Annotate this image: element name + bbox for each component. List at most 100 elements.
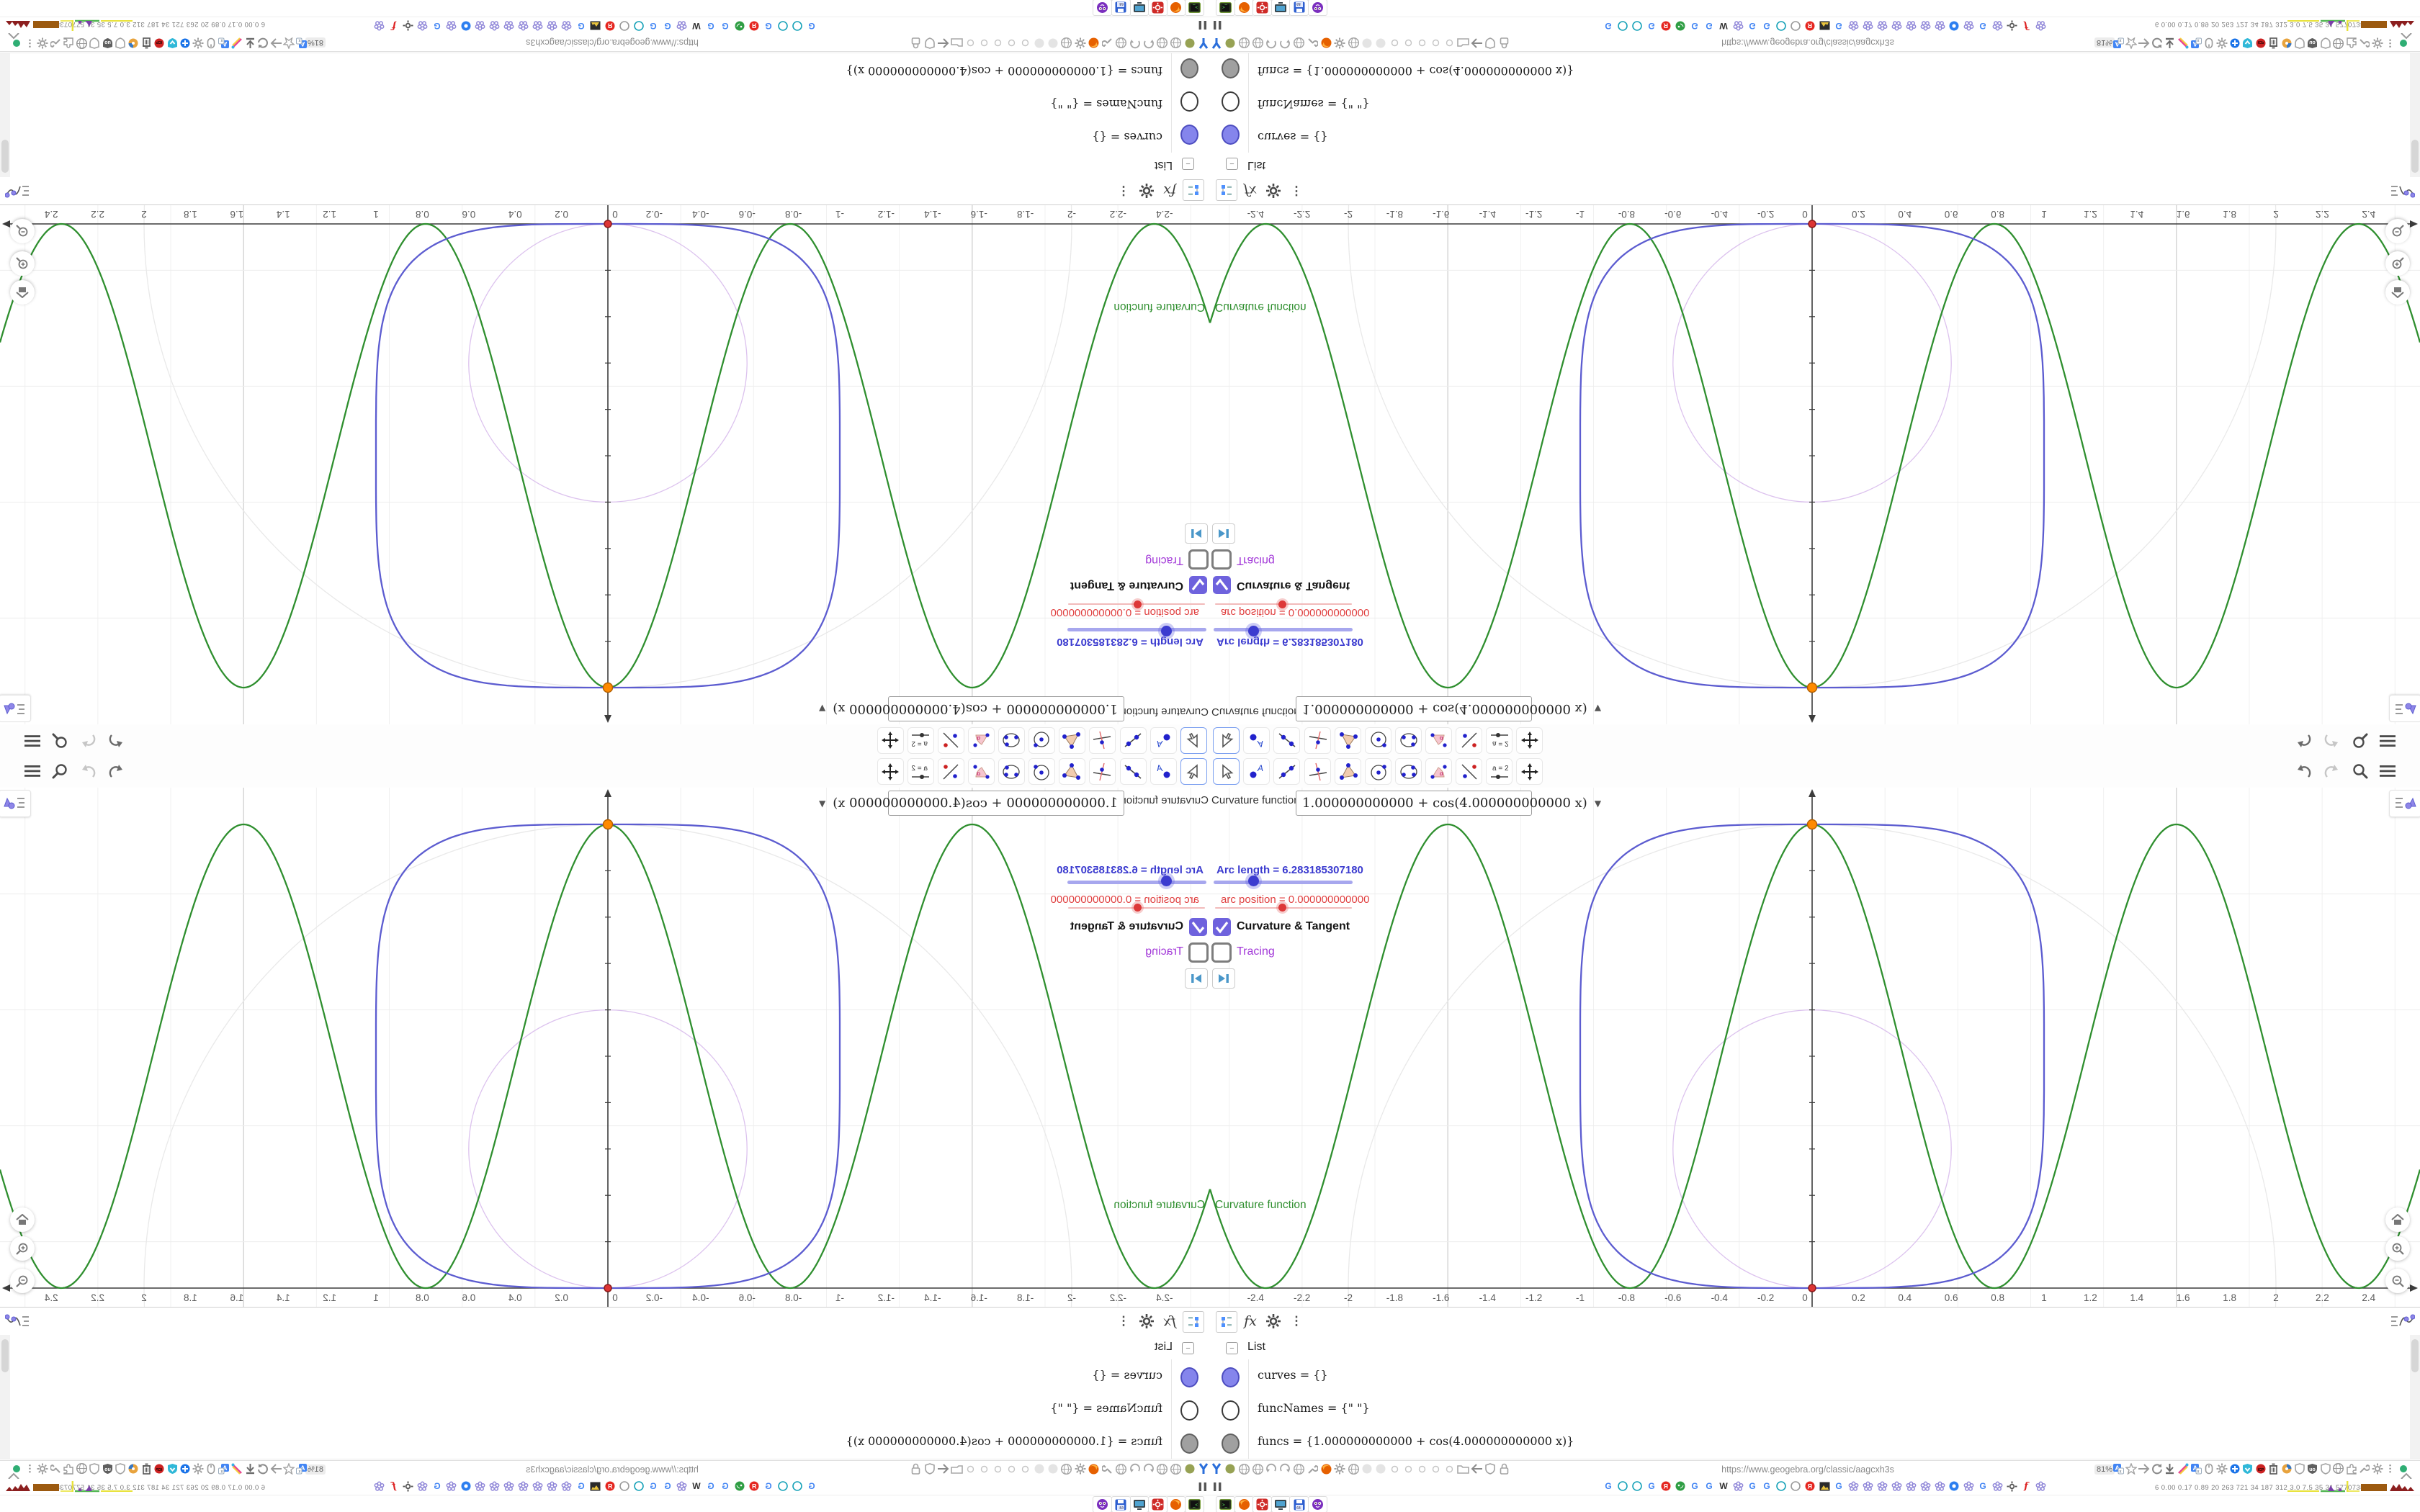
G-icon[interactable]: G bbox=[705, 20, 717, 32]
flower-icon[interactable] bbox=[446, 1480, 457, 1492]
yandex-icon[interactable]: Я bbox=[1804, 20, 1816, 32]
flower-icon[interactable] bbox=[1862, 20, 1873, 32]
point-tool-button[interactable]: A bbox=[1243, 758, 1270, 785]
flower-icon[interactable] bbox=[2035, 1480, 2046, 1492]
floppy64-app-launcher-button[interactable]: 64 bbox=[1289, 0, 1309, 16]
pen-icon[interactable] bbox=[231, 1462, 243, 1475]
circle-tool-button[interactable] bbox=[1365, 758, 1392, 785]
flower-icon[interactable] bbox=[503, 1480, 515, 1492]
move-tool-button[interactable] bbox=[1180, 727, 1207, 754]
undo-icon[interactable] bbox=[107, 733, 126, 749]
display-app-launcher-button[interactable] bbox=[1270, 0, 1291, 16]
graphics-view[interactable]: -2.4 -2.2 -2 -1.8 -1.6 -1.4 -1.2 -1 -0.8 -0.6 -0.4… bbox=[0, 788, 1210, 1308]
globe-gray-icon[interactable] bbox=[76, 37, 88, 50]
star-icon[interactable] bbox=[283, 37, 295, 50]
y-pin-icon[interactable] bbox=[1197, 1462, 1210, 1475]
G-icon[interactable]: G bbox=[1747, 20, 1758, 32]
trash-icon[interactable] bbox=[140, 37, 153, 50]
ellipse-tool-button[interactable] bbox=[998, 727, 1025, 754]
globe-icon[interactable] bbox=[1060, 1462, 1073, 1475]
y-pin-icon[interactable] bbox=[1197, 37, 1210, 50]
chat-icon[interactable] bbox=[1948, 1480, 1960, 1492]
spiral-icon[interactable] bbox=[1631, 20, 1643, 32]
globe-icon[interactable] bbox=[1170, 1462, 1183, 1475]
slider-tool-button[interactable]: a = 2 bbox=[1486, 727, 1512, 754]
shield-icon[interactable] bbox=[923, 37, 936, 50]
G-icon[interactable]: G bbox=[1833, 1480, 1845, 1492]
dot-icon[interactable] bbox=[992, 1462, 1005, 1475]
panel-kebab-button[interactable]: ⋮ bbox=[1116, 181, 1131, 201]
flower-icon[interactable] bbox=[1963, 1480, 1974, 1492]
shield-cyan-icon[interactable] bbox=[2241, 37, 2254, 50]
line-point-tool-button[interactable] bbox=[938, 758, 964, 785]
visibility-marble[interactable] bbox=[1222, 91, 1240, 112]
zoom-out-button[interactable] bbox=[10, 1269, 35, 1293]
visibility-marble[interactable] bbox=[1180, 91, 1198, 112]
algebra-row-curves[interactable]: curves = {} bbox=[0, 1359, 1210, 1393]
flower-icon[interactable] bbox=[676, 1480, 688, 1492]
G-icon[interactable]: G bbox=[647, 1480, 659, 1492]
G-icon[interactable]: G bbox=[1761, 1480, 1773, 1492]
zoom-in-button[interactable] bbox=[2385, 1236, 2410, 1261]
arc-ccw-icon[interactable] bbox=[1142, 37, 1155, 50]
visibility-marble[interactable] bbox=[1222, 58, 1240, 78]
floppy64-app-launcher-button[interactable]: 64 bbox=[1111, 1496, 1131, 1512]
flower-icon[interactable] bbox=[1876, 1480, 1888, 1492]
folder-icon[interactable] bbox=[951, 1462, 964, 1475]
firefox-icon[interactable] bbox=[1088, 1462, 1101, 1475]
dot-icon[interactable] bbox=[1402, 37, 1415, 50]
arc-position-slider-handle[interactable] bbox=[1278, 904, 1286, 912]
gear-icon[interactable] bbox=[37, 37, 49, 50]
panel-gear-button[interactable] bbox=[1263, 181, 1283, 201]
wrench-icon[interactable] bbox=[50, 1462, 62, 1475]
spiral-icon[interactable] bbox=[1617, 20, 1628, 32]
G-icon[interactable]: G bbox=[1689, 20, 1700, 32]
wrench-icon[interactable] bbox=[1306, 1462, 1319, 1475]
trash-icon[interactable] bbox=[2267, 37, 2280, 50]
dot-icon[interactable] bbox=[1005, 1462, 1018, 1475]
wrench-icon[interactable] bbox=[1101, 1462, 1114, 1475]
info-icon[interactable] bbox=[619, 1480, 630, 1492]
spiral-icon[interactable] bbox=[777, 20, 789, 32]
line-tool-button[interactable] bbox=[1273, 758, 1300, 785]
ublock-icon[interactable]: uo bbox=[2306, 37, 2318, 50]
G-icon[interactable]: G bbox=[1703, 20, 1715, 32]
chevron-down-icon[interactable]: ▼ bbox=[819, 798, 825, 809]
translate-blue-icon[interactable]: Ax bbox=[2190, 37, 2202, 50]
dot-icon[interactable] bbox=[1019, 1462, 1032, 1475]
olive-dot-icon[interactable] bbox=[1183, 37, 1196, 50]
dot-icon[interactable] bbox=[1415, 37, 1428, 50]
G-icon[interactable]: G bbox=[1761, 20, 1773, 32]
zoom-out-button[interactable] bbox=[2385, 1269, 2410, 1293]
globe-icon[interactable] bbox=[1156, 1462, 1169, 1475]
flower-icon[interactable] bbox=[518, 1480, 529, 1492]
panel-scrollbar-thumb[interactable] bbox=[2411, 140, 2419, 173]
settings-app-launcher-button[interactable] bbox=[1148, 1496, 1168, 1512]
trash-icon[interactable] bbox=[2267, 1462, 2280, 1475]
globe-icon[interactable] bbox=[1292, 1462, 1305, 1475]
y-pin-icon[interactable] bbox=[1210, 1462, 1223, 1475]
image-icon[interactable] bbox=[1819, 20, 1830, 32]
algebra-row-funcnames[interactable]: funcNames = {" "} bbox=[0, 1392, 1210, 1426]
perpendicular-tool-button[interactable] bbox=[1304, 758, 1331, 785]
G-icon[interactable]: G bbox=[1689, 1480, 1700, 1492]
yandex-icon[interactable]: Я bbox=[1660, 1480, 1672, 1492]
url-text[interactable]: https://www.geogebra.org/classic/aagcxh3… bbox=[511, 37, 713, 48]
chevron-down-icon[interactable]: ▼ bbox=[1595, 798, 1601, 809]
dot-icon[interactable] bbox=[964, 1462, 977, 1475]
shield-icon[interactable] bbox=[1484, 1462, 1497, 1475]
fwd-arrow-icon[interactable] bbox=[2138, 37, 2150, 50]
arc-position-slider-handle[interactable] bbox=[1278, 600, 1286, 608]
flower-icon[interactable] bbox=[1934, 20, 1945, 32]
gear-icon[interactable] bbox=[2371, 1462, 2383, 1475]
firefox-app-launcher-button[interactable] bbox=[1166, 1496, 1186, 1512]
G-icon[interactable]: G bbox=[1603, 20, 1614, 32]
ublock-icon[interactable]: uo bbox=[2306, 1462, 2318, 1475]
dot-icon[interactable] bbox=[1429, 37, 1442, 50]
G-icon[interactable]: G bbox=[763, 1480, 774, 1492]
olive-dot-icon[interactable] bbox=[1224, 1462, 1237, 1475]
play-pause-button[interactable] bbox=[1212, 523, 1235, 544]
graphics-view[interactable]: -2.4 -2.2 -2 -1.8 -1.6 -1.4 -1.2 -1 -0.8 -0.6 -0.4… bbox=[1210, 788, 2420, 1308]
visibility-marble[interactable] bbox=[1222, 1367, 1240, 1387]
yandex-icon[interactable]: Я bbox=[748, 20, 760, 32]
